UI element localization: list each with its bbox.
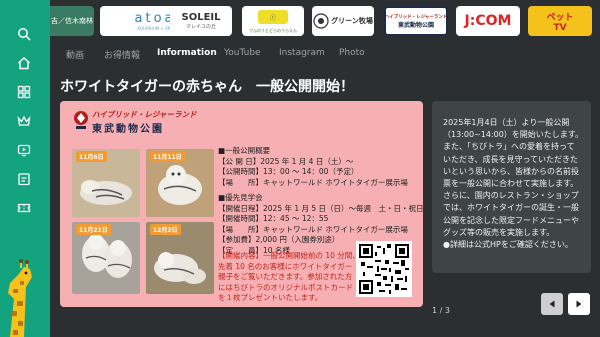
previous-button[interactable] [541, 293, 563, 315]
page-indicator: 1 / 3 [432, 306, 450, 315]
description-line: また、「ちびトラ」への愛着を持って [443, 142, 575, 152]
partner-logo[interactable]: J:COM [456, 6, 520, 36]
search-icon[interactable] [14, 24, 34, 44]
info-line: 【公開時間】13：00 ～ 14：00（予定） [218, 167, 359, 176]
zoo-emblem-icon [74, 111, 88, 129]
photo-date-label: 12月2日 [150, 224, 181, 235]
next-button[interactable] [568, 293, 590, 315]
info-line: 【場 所】キャットワールド ホワイトタイガー展示場 [218, 177, 408, 187]
sidebar [0, 0, 50, 337]
partner-logo[interactable]: ペット TV [528, 6, 592, 36]
description-line: （13:00~14:00）を開始いたします。 [443, 130, 584, 140]
description-line: グッズ等の販売を実施します。 [443, 227, 555, 237]
description-line: では、ホワイトタイガーの誕生・一般 [443, 203, 579, 213]
partner-logo[interactable]: SOLEIL マレイユの丘 [170, 6, 232, 36]
event-info: ■一般公開概要 【公 開 日】2025 年 1 月 4 日（土）～ 【公開時間】… [218, 146, 423, 256]
info-line: ■優先見学会 [218, 193, 263, 202]
tiger-cub-photo: 12月2日 [146, 222, 214, 294]
description-line: 票を一般公開に合わせて実施します。 [443, 179, 579, 189]
description-line: いただき、成長を見守っていただきた [443, 154, 579, 164]
notice-line: 先着 10 名のお客様にホワイトタイガー [218, 261, 353, 271]
tab-videos[interactable]: 動画 [66, 48, 84, 61]
notice-line: 【開催内容】一般公開開始前の 10 分間、 [218, 251, 360, 260]
info-line: ■一般公開概要 [218, 146, 271, 155]
calendar-icon[interactable] [14, 169, 34, 189]
tab-deals[interactable]: お得情報 [104, 48, 140, 61]
post-title: ホワイトタイガーの赤ちゃん 一般公開開始！ [60, 79, 354, 95]
giraffe-mascot-icon [8, 259, 32, 337]
home-icon[interactable] [14, 53, 34, 73]
green-farm-emblem-icon [313, 13, 329, 29]
info-line: 【開催日程】2025 年 1 月 5 日（日）～毎週 土・日・祝日 [218, 203, 423, 213]
tab-photo[interactable]: Photo [339, 48, 365, 58]
svg-text:ⓣ: ⓣ [270, 14, 276, 22]
description-line: 2025年1月4日（土）より一般公開 [443, 118, 570, 127]
card-logo-title: 東武動物公園 [92, 124, 164, 135]
description-line: さらに、園内のレストラン・ショップ [443, 191, 579, 201]
triangle-left-icon [549, 300, 555, 308]
partner-logo-strip: 吉／信木南林 atoa AQUARIUM × ART SOLEIL マレイユの丘… [50, 0, 600, 42]
tiger-cub-photo: 11月21日 [72, 222, 140, 294]
info-line: 【場 所】キャットワールド ホワイトタイガー展示場 [218, 224, 408, 234]
notice-line: 親子をご覧いただきます。参加された方 [218, 272, 353, 281]
notice-line: にはちびトラのオリジナルポストカード [218, 282, 353, 292]
description-line: ●詳細は公式HPをご確認ください。 [443, 240, 573, 250]
announcement-card: ハイブリッド・レジャーランド 東武動物公園 11月6日 11月11日 11月21… [60, 101, 423, 307]
video-icon[interactable] [14, 140, 34, 160]
info-line: 【公 開 日】2025 年 1 月 4 日（土）～ [218, 156, 354, 166]
tab-information[interactable]: Information [157, 48, 217, 58]
photo-date-label: 11月6日 [76, 151, 107, 162]
description-line: 公開を記念した限定フードメニューや [443, 215, 579, 225]
partner-logo[interactable]: ⓣ でんのうとどらのうらえん [242, 6, 304, 36]
grid-icon[interactable] [14, 82, 34, 102]
partner-logo-selected[interactable]: ハイブリッド・レジャーランド 東武動物公園 [384, 6, 448, 36]
notice-line: を１枚プレゼントいたします。 [218, 293, 323, 302]
info-line: 【開催時間】12：45 ～ 12：55 [218, 214, 329, 223]
triangle-right-icon [576, 300, 582, 308]
description-line: いという思いから、皆様からの名前投 [443, 166, 579, 176]
partner-logo[interactable]: グリーン牧場 [312, 6, 374, 36]
tab-instagram[interactable]: Instagram [279, 48, 325, 58]
event-notice: 【開催内容】一般公開開始前の 10 分間、 先着 10 名のお客様にホワイトタイ… [218, 251, 360, 304]
tiger-cub-photo: 11月6日 [72, 149, 140, 217]
ticket-icon[interactable] [14, 198, 34, 218]
qr-code-icon [356, 241, 412, 297]
photo-date-label: 11月21日 [76, 224, 111, 235]
tab-youtube[interactable]: YouTube [224, 48, 261, 58]
tiger-cub-photo: 11月11日 [146, 149, 214, 217]
photo-date-label: 11月11日 [150, 151, 185, 162]
card-logo-subtitle: ハイブリッド・レジャーランド [92, 110, 197, 119]
crown-icon[interactable] [14, 111, 34, 131]
post-description: 2025年1月4日（土）より一般公開 （13:00~14:00）を開始いたします… [432, 101, 591, 273]
partner-logo[interactable]: 吉／信木南林 [50, 6, 94, 36]
